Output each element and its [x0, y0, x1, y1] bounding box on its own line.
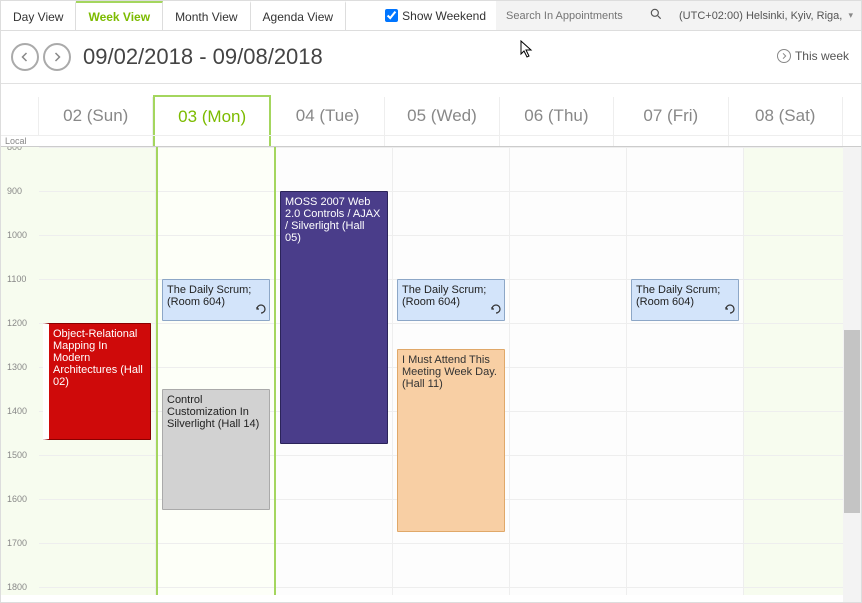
this-week-button[interactable]: This week: [777, 49, 849, 63]
tab-agenda-view[interactable]: Agenda View: [251, 1, 347, 30]
calendar: 02 (Sun) 03 (Mon) 04 (Tue) 05 (Wed) 06 (…: [1, 83, 861, 602]
appointment[interactable]: The Daily Scrum; (Room 604): [162, 279, 270, 321]
day-column[interactable]: The Daily Scrum; (Room 604) Control Custo…: [156, 147, 276, 595]
this-week-label: This week: [795, 49, 849, 63]
toolbar: Day View Week View Month View Agenda Vie…: [1, 1, 861, 31]
appointment-title: Object-Relational Mapping In Modern Arch…: [53, 328, 146, 388]
timezone-label: (UTC+02:00) Helsinki, Kyiv, Riga,: [679, 10, 844, 22]
prev-week-button[interactable]: [11, 43, 39, 71]
appointment[interactable]: The Daily Scrum; (Room 604): [397, 279, 505, 321]
time-label: 1800: [7, 582, 27, 592]
day-header-mon[interactable]: 03 (Mon): [153, 95, 270, 135]
time-label: 1700: [7, 538, 27, 548]
day-column[interactable]: Object-Relational Mapping In Modern Arch…: [39, 147, 156, 595]
scrollbar[interactable]: [843, 147, 861, 602]
time-label: 1100: [7, 274, 26, 284]
day-header-sun[interactable]: 02 (Sun): [39, 97, 153, 135]
time-label: 800: [7, 147, 22, 152]
time-gutter: 0001002003004005006007008009001000110012…: [1, 147, 39, 595]
show-weekend-toggle[interactable]: Show Weekend: [375, 1, 496, 30]
appointment[interactable]: Control Customization In Silverlight (Ha…: [162, 389, 270, 510]
calendar-grid[interactable]: 0001002003004005006007008009001000110012…: [1, 147, 861, 595]
allday-row: Local: [1, 135, 861, 147]
search-input[interactable]: [504, 9, 644, 23]
time-label: 1400: [7, 406, 27, 416]
tab-week-view[interactable]: Week View: [76, 1, 163, 30]
show-weekend-label: Show Weekend: [402, 9, 486, 23]
chevron-down-icon: ▾: [848, 10, 853, 21]
view-tabs: Day View Week View Month View Agenda Vie…: [1, 1, 346, 30]
appointment[interactable]: MOSS 2007 Web 2.0 Controls / AJAX / Silv…: [280, 191, 388, 444]
date-range-label: 09/02/2018 - 09/08/2018: [83, 44, 323, 70]
appointment-title: The Daily Scrum; (Room 604): [636, 284, 734, 308]
time-label: 900: [7, 186, 22, 196]
appointment-title: The Daily Scrum; (Room 604): [402, 284, 500, 308]
search-box[interactable]: [496, 1, 671, 30]
appointment-title: I Must Attend This Meeting Week Day. (Ha…: [402, 354, 500, 390]
scrollbar-thumb[interactable]: [844, 330, 860, 513]
time-label: 1000: [7, 230, 27, 240]
appointment-title: MOSS 2007 Web 2.0 Controls / AJAX / Silv…: [285, 196, 383, 244]
show-weekend-checkbox[interactable]: [385, 9, 398, 22]
day-headers: 02 (Sun) 03 (Mon) 04 (Tue) 05 (Wed) 06 (…: [1, 97, 861, 135]
time-label: 1200: [7, 318, 27, 328]
day-column[interactable]: [510, 147, 627, 595]
appointment-title: The Daily Scrum; (Room 604): [167, 284, 265, 308]
date-navigation: 09/02/2018 - 09/08/2018 This week: [1, 31, 861, 83]
day-column[interactable]: The Daily Scrum; (Room 604) I Must Attend…: [393, 147, 510, 595]
tab-day-view[interactable]: Day View: [1, 1, 76, 30]
appointment[interactable]: Object-Relational Mapping In Modern Arch…: [43, 323, 151, 440]
search-icon[interactable]: [649, 7, 663, 24]
this-week-icon: [777, 49, 791, 63]
day-header-sat[interactable]: 08 (Sat): [729, 97, 843, 135]
day-column[interactable]: The Daily Scrum; (Room 604): [627, 147, 744, 595]
day-header-wed[interactable]: 05 (Wed): [385, 97, 499, 135]
appointment[interactable]: The Daily Scrum; (Room 604): [631, 279, 739, 321]
tab-month-view[interactable]: Month View: [163, 1, 250, 30]
next-week-button[interactable]: [43, 43, 71, 71]
time-label: 1600: [7, 494, 27, 504]
day-header-fri[interactable]: 07 (Fri): [614, 97, 728, 135]
day-column[interactable]: MOSS 2007 Web 2.0 Controls / AJAX / Silv…: [276, 147, 393, 595]
appointment[interactable]: I Must Attend This Meeting Week Day. (Ha…: [397, 349, 505, 532]
day-header-tue[interactable]: 04 (Tue): [271, 97, 385, 135]
recurrence-icon: [490, 303, 502, 318]
local-label: Local: [1, 136, 39, 146]
time-label: 1500: [7, 450, 27, 460]
recurrence-icon: [255, 303, 267, 318]
appointment-title: Control Customization In Silverlight (Ha…: [167, 394, 265, 430]
time-label: 1300: [7, 362, 27, 372]
day-header-thu[interactable]: 06 (Thu): [500, 97, 614, 135]
timezone-selector[interactable]: (UTC+02:00) Helsinki, Kyiv, Riga, ▾: [671, 1, 861, 30]
recurrence-icon: [724, 303, 736, 318]
